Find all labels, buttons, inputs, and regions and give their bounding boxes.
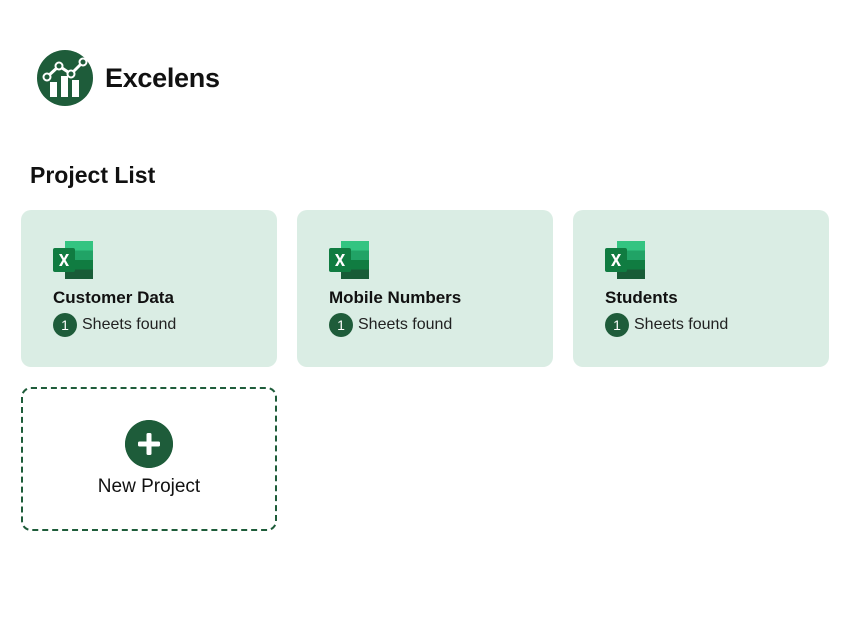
- new-project-label: New Project: [97, 476, 201, 497]
- sheets-label: Sheets found: [82, 316, 177, 333]
- brand-name: Excelens: [105, 62, 220, 93]
- sheet-info: 1 Sheets found: [53, 313, 245, 337]
- excel-icon: [329, 241, 369, 279]
- project-name: Customer Data: [53, 288, 174, 307]
- sheet-count-badge: 1: [605, 313, 629, 337]
- excel-icon: [605, 241, 645, 279]
- project-card-students[interactable]: Students 1 Sheets found: [573, 210, 829, 367]
- project-card-customer-data[interactable]: Customer Data 1 Sheets found: [21, 210, 277, 367]
- sheets-label: Sheets found: [634, 316, 729, 333]
- brand-header: Excelens: [37, 50, 220, 106]
- excel-icon: [53, 241, 93, 279]
- sheet-info: 1 Sheets found: [605, 313, 797, 337]
- sheet-count-badge: 1: [53, 313, 77, 337]
- new-project-button[interactable]: New Project: [21, 387, 277, 531]
- project-name: Students: [605, 288, 678, 307]
- sheet-info: 1 Sheets found: [329, 313, 521, 337]
- plus-icon: [125, 420, 173, 468]
- project-name: Mobile Numbers: [329, 288, 462, 307]
- sheet-count-badge: 1: [329, 313, 353, 337]
- excelens-logo-icon: [37, 50, 93, 106]
- project-card-mobile-numbers[interactable]: Mobile Numbers 1 Sheets found: [297, 210, 553, 367]
- sheets-label: Sheets found: [358, 316, 453, 333]
- page-title: Project List: [30, 162, 156, 188]
